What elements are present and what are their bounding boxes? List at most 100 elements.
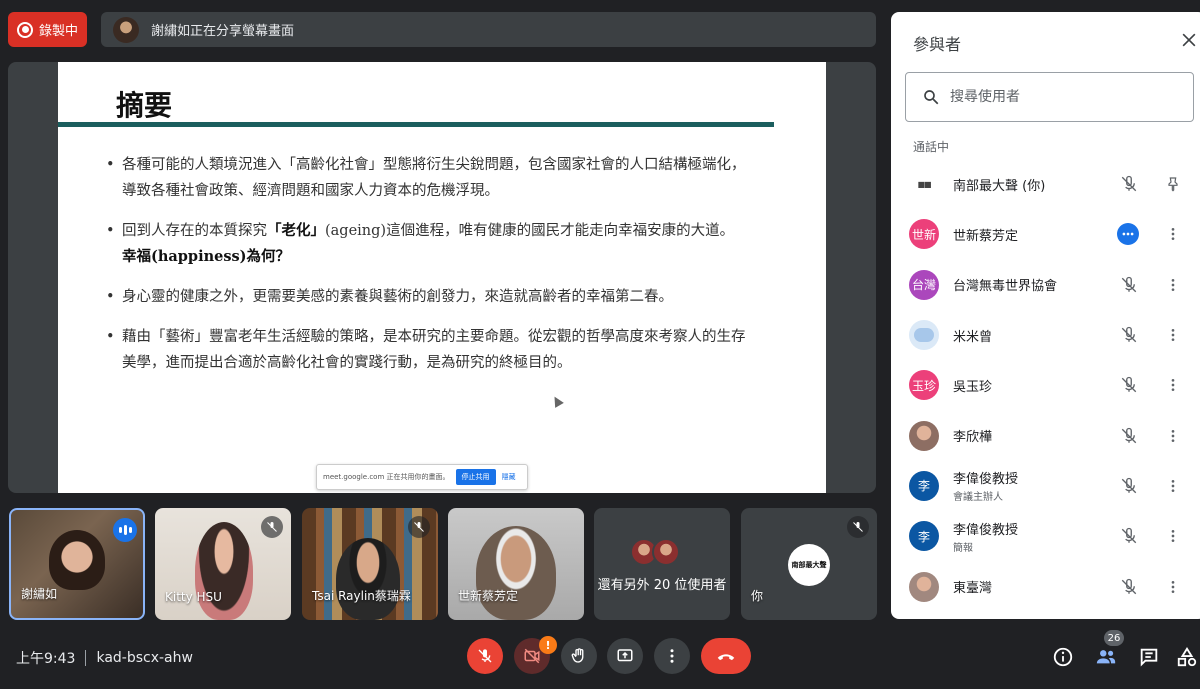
participant-row[interactable]: 東臺灣 [891,561,1200,611]
mic-off-icon[interactable] [1119,426,1139,446]
mic-toggle-button[interactable] [467,638,503,674]
participant-search[interactable] [905,72,1194,122]
raise-hand-button[interactable] [561,638,597,674]
mic-off-icon[interactable] [1119,476,1139,496]
more-participants-tile[interactable]: 還有另外 20 位使用者 [594,508,730,620]
avatar: 李 [909,470,939,501]
slide-divider [58,122,774,127]
control-bar: 上午9:43 kad-bscx-ahw [0,630,1200,689]
participant-row[interactable]: 米米曾 [891,310,1200,360]
more-vert-icon[interactable] [1163,325,1183,345]
meeting-info: 上午9:43 kad-bscx-ahw [16,648,193,668]
participant-row[interactable]: 世新 世新蔡芳定 [891,209,1200,259]
participant-list: ■■ 南部最大聲 (你) 世新 世新蔡芳定 台灣 台灣無毒世界協會米米曾玉珍 吳玉珍李欣樺李… [891,159,1200,612]
activities-button[interactable] [1176,644,1198,670]
more-vert-icon[interactable] [1163,224,1183,244]
participant-video [49,530,105,590]
mic-off-icon[interactable] [1119,577,1139,597]
more-vert-icon[interactable] [1163,577,1183,597]
more-vert-icon[interactable] [1163,275,1183,295]
self-logo: 南部最大聲 [788,544,830,586]
mic-off-icon[interactable] [1119,174,1139,194]
close-icon[interactable] [1179,30,1199,50]
participant-video [336,538,400,620]
participants-panel: 參與者 通話中 ■■ 南部最大聲 (你) 世新世新蔡芳定台灣台灣無毒世界協會米米曾玉… [891,12,1200,619]
avatar [909,571,939,602]
participant-row[interactable]: 李李偉俊教授 簡報 [891,511,1200,561]
mic-off-icon [261,516,283,538]
participant-video [476,526,556,620]
more-actions-icon[interactable] [1117,223,1139,246]
participant-row[interactable]: 玉珍 吳玉珍 [891,360,1200,410]
avatar: 李 [909,521,939,552]
more-vert-icon[interactable] [1163,476,1183,496]
participant-video [195,522,253,620]
search-input[interactable] [950,89,1150,105]
warning-badge: ! [539,636,557,654]
more-options-button[interactable] [654,638,690,674]
self-tile[interactable]: 南部最大聲 你 [741,508,877,620]
divider [85,650,87,666]
participant-name: 南部最大聲 (你) [953,178,1046,194]
pin-icon[interactable] [1163,174,1183,194]
mouse-cursor-icon [550,394,564,408]
tile-name: Tsai Raylin蔡瑞霖 [312,589,411,603]
more-vert-icon[interactable] [1163,426,1183,446]
avatar [909,420,939,451]
participant-row[interactable]: ■■ 南部最大聲 (你) [891,159,1200,209]
stop-sharing-button[interactable]: 停止共用 [455,469,496,485]
shapes-icon [1177,647,1197,667]
meeting-code: kad-bscx-ahw [96,650,193,666]
participant-row[interactable]: 李欣樺 [891,410,1200,460]
mic-off-icon[interactable] [1119,526,1139,546]
mic-off-icon[interactable] [1119,275,1139,295]
share-banner-text: 謝繡如正在分享螢幕畫面 [151,24,295,39]
tile-name: Kitty HSU [165,590,222,604]
record-icon [17,21,33,38]
mic-off-icon [408,516,430,538]
panel-title: 參與者 [913,35,962,54]
participant-tile[interactable]: 謝繡如 [9,508,145,620]
hang-up-icon [717,654,735,661]
participant-name: 李偉俊教授 會議主辦人 [953,472,1019,504]
tile-name: 你 [751,589,764,603]
mic-off-icon[interactable] [1119,325,1139,345]
participant-name: 台灣無毒世界協會 [953,279,1058,295]
avatar: 世新 [909,219,939,250]
participant-name: 米米曾 [953,329,993,345]
present-button[interactable] [607,638,643,674]
hide-popup-link[interactable]: 隱藏 [502,472,516,482]
more-vert-icon[interactable] [1163,375,1183,395]
more-participants-label: 還有另外 20 位使用者 [597,578,727,593]
presentation-stage: 摘要 各種可能的人類境況進入「高齡化社會」型態將衍生尖銳問題，包含國家社會的人口… [8,62,876,493]
participants-button[interactable] [1093,644,1119,670]
participant-tile[interactable]: Kitty HSU [155,508,291,620]
share-banner: 謝繡如正在分享螢幕畫面 [101,12,876,47]
tile-name: 世新蔡芳定 [458,589,519,603]
participant-tile[interactable]: 世新蔡芳定 [448,508,584,620]
participant-name: 李欣樺 [953,430,993,446]
participant-row[interactable]: 李李偉俊教授 會議主辦人 [891,461,1200,511]
leave-call-button[interactable] [701,638,751,674]
shared-slide: 摘要 各種可能的人類境況進入「高齡化社會」型態將衍生尖銳問題，包含國家社會的人口… [58,62,826,493]
info-icon [1053,647,1073,667]
recording-badge[interactable]: 錄製中 [8,12,87,47]
present-icon [617,649,633,662]
more-vert-icon [670,649,674,663]
participant-row[interactable]: 台灣 台灣無毒世界協會 [891,260,1200,310]
presenter-avatar [113,16,139,43]
participant-name: 李偉俊教授 簡報 [953,522,1019,554]
participant-role: 會議主辦人 [953,492,1003,504]
people-icon [1096,650,1116,664]
participant-tile[interactable]: Tsai Raylin蔡瑞霖 [302,508,438,620]
more-vert-icon[interactable] [1163,526,1183,546]
participant-role: 簡報 [953,542,973,554]
share-popup-text: meet.google.com 正在共用你的畫面。 [323,473,450,481]
avatar [909,320,939,351]
slide-title: 摘要 [116,89,173,122]
chat-button[interactable] [1136,644,1162,670]
slide-bullets: 各種可能的人類境況進入「高齡化社會」型態將衍生尖銳問題，包含國家社會的人口結構極… [106,152,746,390]
meeting-details-button[interactable] [1050,644,1076,670]
mic-off-icon[interactable] [1119,375,1139,395]
chat-icon [1140,648,1158,667]
